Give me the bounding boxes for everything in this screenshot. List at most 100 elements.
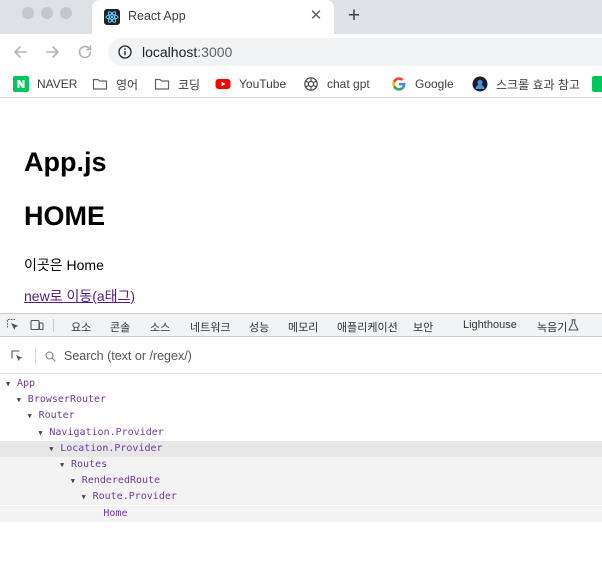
bookmark-label: 코딩 — [178, 77, 201, 92]
tab-console[interactable]: 콘솔 — [110, 319, 130, 335]
select-element-icon[interactable] — [11, 350, 24, 363]
window-minimize-button[interactable] — [41, 7, 53, 19]
component-name: RenderedRoute — [81, 475, 161, 487]
tab-close-icon[interactable]: ✕ — [308, 8, 324, 24]
url-port: :3000 — [197, 44, 233, 60]
tab-network[interactable]: 네트워크 — [190, 319, 230, 335]
tree-row-content: Home — [0, 506, 127, 522]
youtube-icon — [215, 79, 231, 89]
forward-arrow-icon[interactable] — [44, 43, 62, 61]
device-toolbar-icon[interactable] — [30, 318, 44, 332]
folder-icon — [92, 78, 108, 90]
bookmark-label: 스크롤 효과 참고 — [496, 77, 580, 92]
search-icon — [45, 351, 56, 362]
bookmark-label: Google — [415, 77, 454, 91]
tab-application[interactable]: 애플리케이션 — [337, 319, 398, 335]
info-icon[interactable] — [118, 45, 132, 59]
tree-row[interactable]: ▼ Route.Provider — [0, 489, 602, 506]
tree-row-content: ▼ App — [0, 376, 35, 392]
tree-row[interactable]: ▼ BrowserRouter — [0, 392, 602, 408]
naver-icon — [13, 76, 29, 92]
expand-arrow-icon[interactable]: ▼ — [82, 489, 93, 505]
toolbar-divider — [53, 319, 54, 332]
bookmark-label: chat gpt — [327, 77, 370, 91]
tree-row-content: ▼ RenderedRoute — [0, 473, 160, 489]
tree-row[interactable]: ▼ Location.Provider — [0, 440, 602, 457]
component-name: Routes — [71, 459, 108, 470]
component-name: App — [17, 378, 36, 389]
bookmark-folder-english[interactable]: 영어 — [92, 75, 138, 93]
window-close-button[interactable] — [22, 7, 34, 19]
home-heading: HOME — [24, 201, 105, 231]
tree-row-content: ▼ Route.Provider — [0, 489, 177, 505]
tree-row[interactable]: ▼ Routes — [0, 457, 602, 473]
tab-elements[interactable]: 요소 — [71, 319, 91, 335]
expand-arrow-icon[interactable]: ▼ — [38, 425, 49, 441]
new-tab-button[interactable]: + — [345, 5, 363, 26]
app-heading: App.js — [24, 147, 107, 177]
expand-arrow-icon[interactable]: ▼ — [49, 441, 60, 457]
component-name: Navigation.Provider — [49, 426, 164, 438]
expand-arrow-icon[interactable]: ▼ — [17, 392, 28, 408]
tree-row-content: ▼ Routes — [0, 457, 107, 473]
tab-lighthouse[interactable]: Lighthouse — [463, 319, 517, 331]
bookmark-chatgpt[interactable]: chat gpt — [303, 75, 370, 93]
back-arrow-icon[interactable] — [11, 43, 29, 61]
bookmark-label: YouTube — [239, 77, 287, 91]
bookmark-google[interactable]: Google — [391, 75, 454, 93]
components-search-bar — [0, 338, 602, 374]
search-divider — [35, 348, 36, 365]
component-name: Location.Provider — [60, 442, 163, 454]
tab-performance[interactable]: 성능 — [249, 319, 269, 335]
browser-tab[interactable]: React App ✕ — [92, 0, 334, 34]
bookmark-label: NAVER — [37, 77, 78, 91]
tree-row[interactable]: ▼ App — [0, 376, 602, 392]
tree-row-content: ▼ Location.Provider — [0, 441, 163, 457]
component-name: BrowserRouter — [27, 394, 107, 406]
avatar-icon — [472, 76, 488, 92]
devtools-tab-bar: 요소 콘솔 소스 네트워크 성능 메모리 애플리케이션 보안 Lighthous… — [0, 313, 602, 337]
new-page-link[interactable]: new로 이동(a태그) — [24, 286, 135, 306]
bookmark-naver[interactable]: NAVER — [13, 75, 77, 93]
url-text: localhost:3000 — [142, 44, 232, 60]
tab-sources[interactable]: 소스 — [150, 319, 170, 335]
expand-arrow-icon[interactable]: ▼ — [28, 408, 39, 424]
tree-row-content: ▼ Router — [0, 408, 75, 424]
browser-toolbar: localhost:3000 — [0, 34, 602, 70]
bookmark-youtube[interactable]: YouTube — [215, 75, 286, 93]
reload-icon[interactable] — [76, 43, 94, 61]
bookmarks-bar: NAVER 영어 코딩 YouTube chat gpt Google 스크롤 … — [0, 70, 602, 98]
element-picker-icon[interactable] — [6, 318, 20, 332]
tree-row[interactable]: ▼ Router — [0, 408, 602, 424]
expand-arrow-icon[interactable]: ▼ — [60, 457, 71, 473]
window-maximize-button[interactable] — [60, 7, 72, 19]
tree-row[interactable]: ▼ RenderedRoute — [0, 473, 602, 490]
tree-row-content: ▼ Navigation.Provider — [0, 425, 164, 441]
bookmark-folder-coding[interactable]: 코딩 — [154, 75, 200, 93]
home-paragraph: 이곳은 Home — [24, 257, 104, 273]
bookmark-overflow[interactable] — [592, 75, 602, 93]
google-icon — [392, 77, 406, 91]
tree-row-content: ▼ BrowserRouter — [0, 392, 106, 408]
expand-arrow-icon[interactable]: ▼ — [6, 376, 17, 392]
address-bar[interactable]: localhost:3000 — [108, 38, 602, 66]
expand-arrow-icon[interactable]: ▼ — [71, 473, 82, 489]
component-name: Router — [38, 410, 75, 422]
tab-memory[interactable]: 메모리 — [288, 319, 318, 335]
browser-tab-strip: React App ✕ + — [0, 0, 602, 34]
folder-icon — [154, 78, 170, 90]
tree-row[interactable]: Home — [0, 505, 602, 522]
component-name: Route.Provider — [92, 491, 177, 503]
tab-recorder[interactable]: 녹음기 — [537, 319, 567, 335]
page-content: App.js HOME 이곳은 Home new로 이동(a태그) — [0, 99, 602, 311]
tab-title: React App — [128, 9, 186, 23]
bookmark-scroll-reference[interactable]: 스크롤 효과 참고 — [472, 75, 580, 93]
search-input[interactable] — [64, 347, 464, 365]
bookmark-label: 영어 — [116, 77, 139, 92]
green-bookmark-icon — [592, 76, 602, 92]
tab-security[interactable]: 보안 — [413, 319, 433, 335]
flask-icon — [568, 319, 579, 331]
openai-icon — [304, 77, 318, 91]
tree-row[interactable]: ▼ Navigation.Provider — [0, 425, 602, 441]
react-icon — [104, 9, 120, 25]
